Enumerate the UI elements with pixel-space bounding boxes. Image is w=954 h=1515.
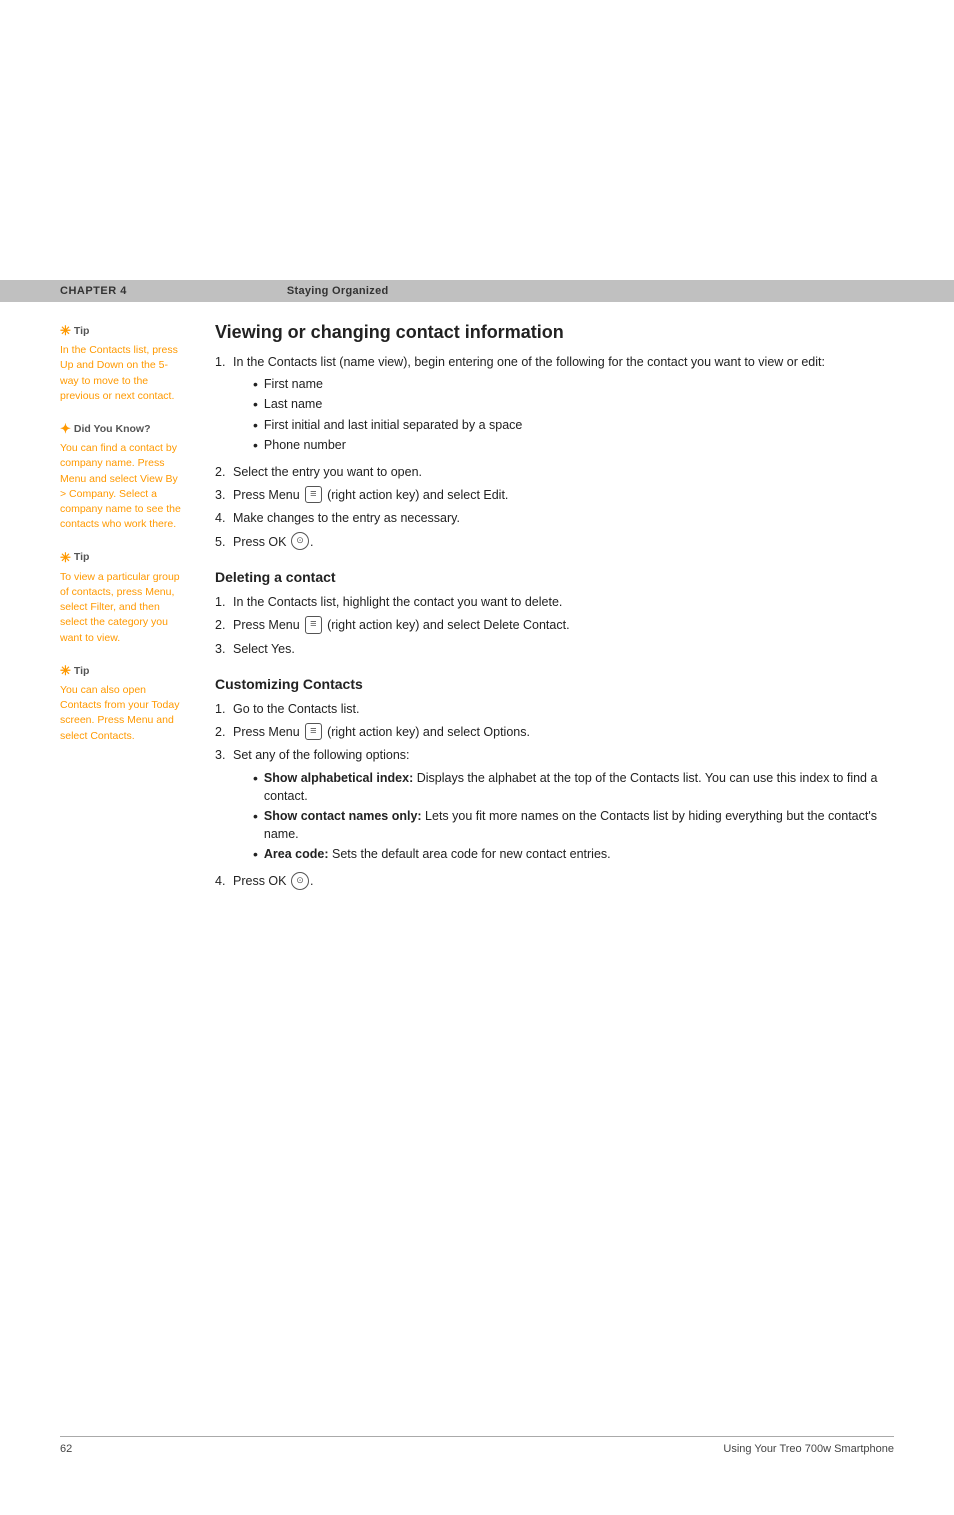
section-viewing: Viewing or changing contact information … — [215, 322, 894, 551]
table-row: 2. Press Menu (right action key) and sel… — [215, 616, 894, 634]
table-row: 4. Press OK ⊙. — [215, 872, 894, 891]
bullet-icon: • — [253, 375, 258, 393]
did-star-icon: ✦ — [60, 420, 71, 438]
page-number: 62 — [60, 1443, 72, 1455]
tip-2-star-icon: ✳ — [60, 549, 71, 567]
menu-key-icon — [305, 616, 321, 633]
step-content: Press Menu (right action key) and select… — [233, 723, 894, 741]
step-content: In the Contacts list (name view), begin … — [233, 353, 894, 458]
did-you-know-header: ✦ Did You Know? — [60, 420, 185, 438]
did-you-know-text: You can find a contact by company name. … — [60, 441, 185, 532]
step-content: Set any of the following options: • Show… — [233, 746, 894, 867]
table-row: 3. Press Menu (right action key) and sel… — [215, 486, 894, 504]
option-term: Area code: — [264, 847, 329, 861]
tip-block-2: ✳ Tip To view a particular group of cont… — [60, 549, 185, 646]
menu-key-icon — [305, 723, 321, 740]
step-content: Make changes to the entry as necessary. — [233, 509, 894, 527]
step-content: Select the entry you want to open. — [233, 463, 894, 481]
tip-2-header: ✳ Tip — [60, 549, 185, 567]
table-row: 1. Go to the Contacts list. — [215, 700, 894, 718]
step-num: 3. — [215, 746, 233, 867]
list-item: • Show alphabetical index: Displays the … — [253, 769, 894, 805]
tip-1-header: ✳ Tip — [60, 322, 185, 340]
list-item: •First name — [253, 375, 894, 393]
bullet-icon: • — [253, 845, 258, 863]
tip-block-3: ✳ Tip You can also open Contacts from yo… — [60, 662, 185, 744]
table-row: 4. Make changes to the entry as necessar… — [215, 509, 894, 527]
footer-right-text: Using Your Treo 700w Smartphone — [723, 1443, 894, 1455]
page: CHAPTER 4 Staying Organized ✳ Tip In the… — [0, 280, 954, 1515]
step-num: 2. — [215, 723, 233, 741]
step-num: 5. — [215, 533, 233, 552]
list-item: • Area code: Sets the default area code … — [253, 845, 894, 863]
option-term: Show alphabetical index: — [264, 771, 413, 785]
chapter-title: Staying Organized — [287, 285, 389, 297]
content-area: ✳ Tip In the Contacts list, press Up and… — [0, 302, 954, 929]
list-item: • Show contact names only: Lets you fit … — [253, 807, 894, 843]
table-row: 2. Select the entry you want to open. — [215, 463, 894, 481]
table-row: 5. Press OK ⊙. — [215, 533, 894, 552]
tip-3-star-icon: ✳ — [60, 662, 71, 680]
section-customizing: Customizing Contacts 1. Go to the Contac… — [215, 676, 894, 891]
menu-key-icon — [305, 486, 321, 503]
table-row: 1. In the Contacts list, highlight the c… — [215, 593, 894, 611]
option-term: Show contact names only: — [264, 809, 422, 823]
step-num: 3. — [215, 486, 233, 504]
tip-block-1: ✳ Tip In the Contacts list, press Up and… — [60, 322, 185, 404]
section-deleting-title: Deleting a contact — [215, 569, 894, 585]
tip-1-star-icon: ✳ — [60, 322, 71, 340]
bullet-icon: • — [253, 769, 258, 787]
bullet-icon: • — [253, 436, 258, 454]
section-customizing-title: Customizing Contacts — [215, 676, 894, 692]
step-num: 4. — [215, 872, 233, 891]
bullet-list-1: •First name •Last name •First initial an… — [253, 375, 894, 454]
step-content: Press OK ⊙. — [233, 533, 894, 552]
step-num: 3. — [215, 640, 233, 658]
did-you-know-block: ✦ Did You Know? You can find a contact b… — [60, 420, 185, 533]
sidebar: ✳ Tip In the Contacts list, press Up and… — [60, 322, 205, 899]
bullet-icon: • — [253, 807, 258, 825]
step-num: 1. — [215, 700, 233, 718]
step-content: Press Menu (right action key) and select… — [233, 616, 894, 634]
bullet-icon: • — [253, 395, 258, 413]
step-num: 1. — [215, 353, 233, 458]
section-viewing-title: Viewing or changing contact information — [215, 322, 894, 343]
list-item: •First initial and last initial separate… — [253, 416, 894, 434]
tip-3-header: ✳ Tip — [60, 662, 185, 680]
deleting-steps-list: 1. In the Contacts list, highlight the c… — [215, 593, 894, 658]
customizing-steps-list: 1. Go to the Contacts list. 2. Press Men… — [215, 700, 894, 891]
chapter-label: CHAPTER 4 — [60, 285, 127, 297]
tip-3-text: You can also open Contacts from your Tod… — [60, 683, 185, 744]
section-deleting: Deleting a contact 1. In the Contacts li… — [215, 569, 894, 658]
bullet-icon: • — [253, 416, 258, 434]
step-content: Select Yes. — [233, 640, 894, 658]
chapter-bar: CHAPTER 4 Staying Organized — [0, 280, 954, 302]
step-num: 4. — [215, 509, 233, 527]
table-row: 1. In the Contacts list (name view), beg… — [215, 353, 894, 458]
step-num: 2. — [215, 463, 233, 481]
list-item: •Phone number — [253, 436, 894, 454]
options-bullet-list: • Show alphabetical index: Displays the … — [253, 769, 894, 864]
step-content: In the Contacts list, highlight the cont… — [233, 593, 894, 611]
step-num: 1. — [215, 593, 233, 611]
page-footer: 62 Using Your Treo 700w Smartphone — [60, 1436, 894, 1455]
table-row: 3. Set any of the following options: • S… — [215, 746, 894, 867]
list-item: •Last name — [253, 395, 894, 413]
table-row: 2. Press Menu (right action key) and sel… — [215, 723, 894, 741]
table-row: 3. Select Yes. — [215, 640, 894, 658]
main-body: Viewing or changing contact information … — [205, 322, 894, 899]
tip-1-text: In the Contacts list, press Up and Down … — [60, 343, 185, 404]
step-content: Go to the Contacts list. — [233, 700, 894, 718]
step-content: Press OK ⊙. — [233, 872, 894, 891]
step-num: 2. — [215, 616, 233, 634]
tip-2-text: To view a particular group of contacts, … — [60, 570, 185, 646]
step-content: Press Menu (right action key) and select… — [233, 486, 894, 504]
ok-key-icon: ⊙ — [291, 872, 309, 890]
viewing-steps-list: 1. In the Contacts list (name view), beg… — [215, 353, 894, 551]
ok-key-icon: ⊙ — [291, 532, 309, 550]
